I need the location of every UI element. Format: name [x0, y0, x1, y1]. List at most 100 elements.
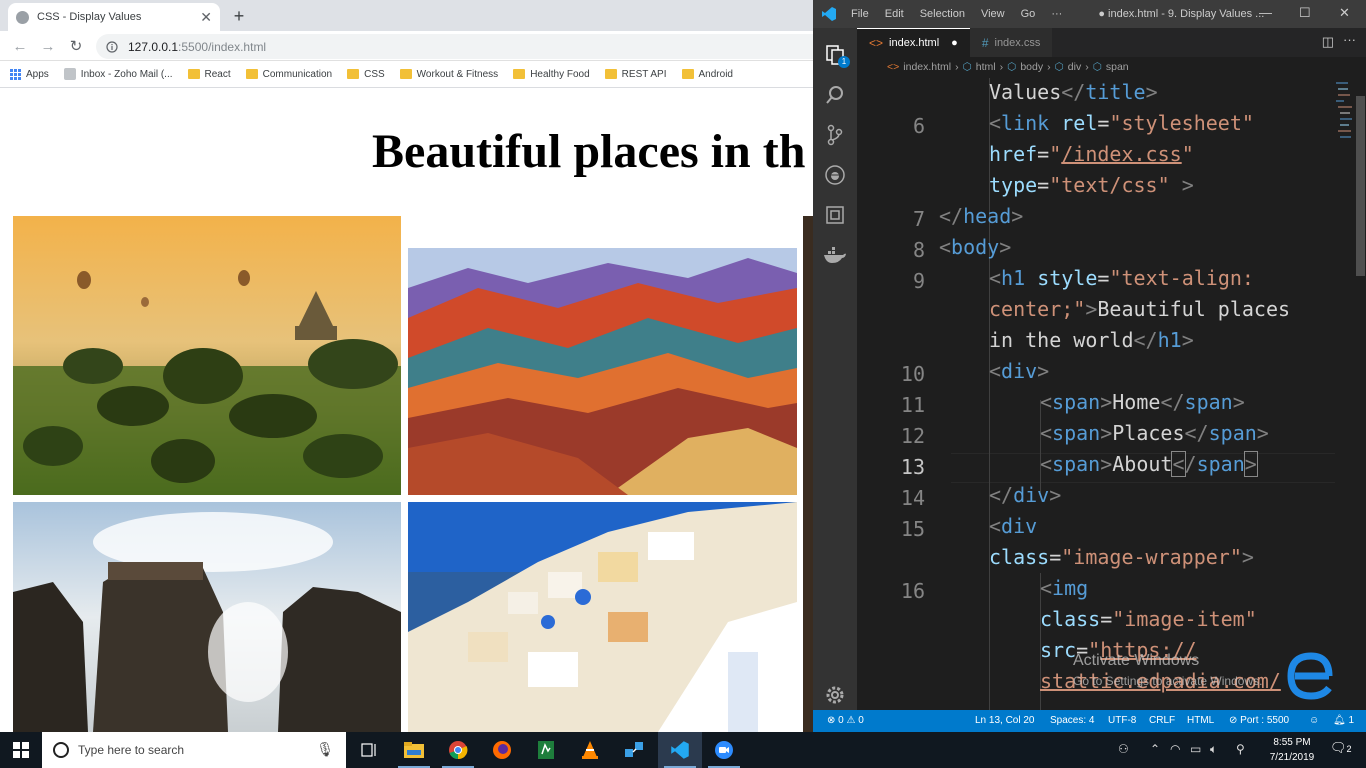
bookmark-zoho[interactable]: Inbox - Zoho Mail (... [63, 68, 173, 80]
action-center-icon[interactable]: 🗨︎2 [1330, 740, 1352, 756]
bookmark-folder[interactable]: Communication [245, 69, 332, 80]
indentation[interactable]: Spaces: 4 [1050, 715, 1094, 726]
vertical-scrollbar[interactable] [1354, 78, 1366, 710]
browser-window: CSS - Display Values ✕ + ← → ↻ 127.0.0.1… [0, 0, 813, 732]
feedback-smiley-icon[interactable]: ☺ [1309, 715, 1319, 726]
breadcrumb-item[interactable]: html [976, 61, 996, 73]
vscode-logo-icon [822, 7, 836, 21]
url-host: 127.0.0.1 [128, 39, 179, 54]
line-number: 11 [900, 393, 925, 417]
vscode-titlebar: File Edit Selection View Go ··· ● index.… [813, 0, 1366, 28]
network-app-icon[interactable] [612, 732, 656, 768]
photo-edge [803, 216, 813, 732]
volume-icon[interactable]: 🔈︎ [1210, 742, 1217, 757]
bookmark-label: Apps [26, 68, 49, 80]
browser-toolbar: ← → ↻ 127.0.0.1:5500/index.html [0, 31, 813, 61]
bookmark-folder[interactable]: React [187, 69, 231, 80]
bookmark-folder[interactable]: Android [681, 69, 733, 80]
tab-index-css[interactable]: # index.css [969, 28, 1053, 57]
tab-index-html[interactable]: <> index.html ● [857, 28, 970, 57]
activity-bar: 1 [813, 28, 857, 710]
language-mode[interactable]: HTML [1187, 715, 1214, 726]
url-path: :5500/index.html [178, 39, 267, 54]
line-number-gutter: 6 7 8 9 10 11 12 13 14 15 16 [857, 78, 937, 710]
reload-icon[interactable]: ↻ [66, 36, 86, 56]
browser-tab[interactable]: CSS - Display Values ✕ [8, 3, 220, 31]
chrome-icon[interactable] [436, 732, 480, 768]
close-window-icon[interactable]: ✕ [1339, 5, 1350, 21]
battery-icon[interactable]: ▭ [1190, 742, 1201, 756]
taskbar-clock[interactable]: 8:55 PM 7/21/2019 [1262, 735, 1322, 765]
unsaved-dot-icon[interactable]: ● [951, 37, 958, 49]
chevron-right-icon: › [1047, 61, 1051, 73]
maximize-icon[interactable]: ☐ [1299, 5, 1311, 21]
close-tab-icon[interactable]: ✕ [200, 9, 212, 26]
menu-view[interactable]: View [981, 8, 1005, 20]
more-actions-icon[interactable]: ··· [1343, 32, 1356, 47]
problems-indicator[interactable]: ⊗ 0 ⚠ 0 [827, 715, 864, 726]
live-server-port[interactable]: ⊘ Port : 5500 [1229, 715, 1289, 726]
encoding[interactable]: UTF-8 [1108, 715, 1136, 726]
forward-icon[interactable]: → [38, 36, 58, 56]
windows-logo-icon [13, 742, 29, 758]
microphone-icon[interactable]: 🎙︎ [316, 741, 334, 758]
notification-count: 2 [1346, 744, 1352, 754]
menu-go[interactable]: Go [1021, 8, 1036, 20]
menu-selection[interactable]: Selection [920, 8, 965, 20]
code-line-active: <span>About</span> [1040, 451, 1258, 477]
debug-icon[interactable] [822, 162, 848, 188]
taskbar-search-box[interactable]: Type here to search 🎙︎ [42, 732, 346, 768]
start-button[interactable] [0, 732, 42, 768]
watermark-line1: Activate Windows [1073, 652, 1200, 669]
vscode-taskbar-icon[interactable] [658, 732, 702, 768]
network-tray-icon[interactable]: ⚲ [1236, 742, 1245, 756]
docker-icon[interactable] [822, 242, 848, 268]
wifi-icon[interactable]: ◠ [1170, 742, 1180, 756]
scrollbar-thumb[interactable] [1356, 96, 1365, 276]
bookmark-apps[interactable]: Apps [10, 68, 49, 80]
code-line: <link rel="stylesheet" [989, 111, 1254, 135]
breadcrumb-item[interactable]: body [1020, 61, 1043, 73]
task-view-icon[interactable] [348, 732, 392, 768]
extensions-icon[interactable] [822, 202, 848, 228]
chevron-up-icon[interactable]: ⌃ [1150, 742, 1160, 756]
people-icon[interactable]: ⚇ [1118, 742, 1129, 756]
bookmark-folder[interactable]: REST API [604, 69, 667, 80]
menu-edit[interactable]: Edit [885, 8, 904, 20]
settings-gear-icon[interactable] [822, 682, 848, 708]
file-explorer-icon[interactable] [392, 732, 436, 768]
explorer-icon[interactable]: 1 [822, 42, 850, 68]
firefox-icon[interactable] [480, 732, 524, 768]
bookmark-folder[interactable]: Healthy Food [513, 69, 590, 80]
code-line: class="image-item" [1040, 607, 1257, 631]
cursor-position[interactable]: Ln 13, Col 20 [975, 715, 1035, 726]
vlc-icon[interactable] [568, 732, 612, 768]
menu-file[interactable]: File [851, 8, 869, 20]
notification-count: 1 [1348, 715, 1355, 726]
line-number: 9 [912, 269, 925, 293]
split-editor-icon[interactable]: ◫ [1322, 34, 1334, 50]
address-bar[interactable]: 127.0.0.1:5500/index.html [96, 34, 813, 59]
breadcrumb-item[interactable]: index.html [903, 61, 951, 73]
bookmark-folder[interactable]: Workout & Fitness [399, 68, 499, 80]
zoom-icon[interactable] [702, 732, 746, 768]
bookmark-label: Workout & Fitness [416, 68, 499, 80]
code-line: </head> [939, 204, 1024, 228]
code-editor[interactable]: Values</title> <link rel="stylesheet" hr… [937, 78, 1337, 710]
tab-title: CSS - Display Values [37, 11, 142, 23]
breadcrumb-item[interactable]: div [1068, 61, 1081, 73]
breadcrumb-item[interactable]: span [1106, 61, 1129, 73]
new-tab-button[interactable]: + [228, 5, 250, 27]
spreadsheet-icon[interactable] [524, 732, 568, 768]
notifications-bell-icon[interactable]: 🔔︎ 1 [1333, 715, 1354, 726]
minimap[interactable] [1334, 78, 1354, 278]
source-control-icon[interactable] [822, 122, 848, 148]
bookmark-folder[interactable]: CSS [347, 69, 385, 80]
back-icon[interactable]: ← [10, 36, 30, 56]
menu-more[interactable]: ··· [1051, 8, 1062, 20]
photo-santorini [408, 502, 797, 732]
clock-time: 8:55 PM [1273, 737, 1311, 748]
search-icon[interactable] [822, 82, 848, 108]
end-of-line[interactable]: CRLF [1149, 715, 1175, 726]
minimize-icon[interactable]: — [1259, 5, 1272, 20]
